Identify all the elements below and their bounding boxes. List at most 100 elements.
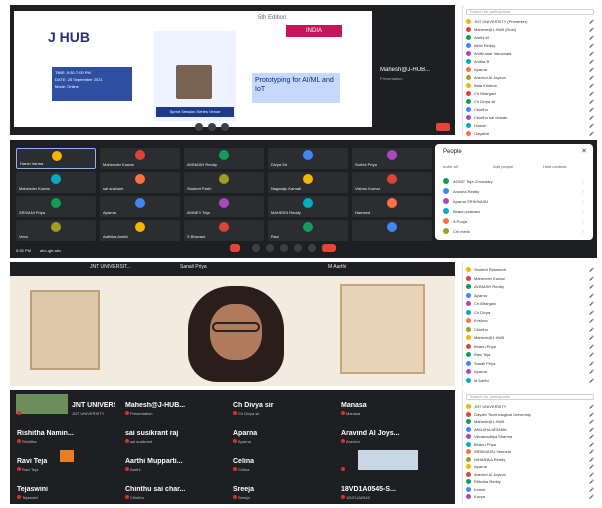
participant-search-input[interactable]: Search for participants bbox=[466, 394, 594, 400]
video-tile[interactable]: Rishitha Namin... Rishitha bbox=[14, 420, 118, 445]
mic-muted-icon[interactable]: 🎤 bbox=[580, 344, 594, 349]
video-tile[interactable]: SRIVANI Priya bbox=[16, 196, 96, 217]
video-tile[interactable]: sai susikrant raj sai susikrant bbox=[122, 420, 226, 445]
mic-muted-icon[interactable]: 🎤 bbox=[580, 419, 594, 424]
video-tile[interactable]: Chinthu sai char... Chinthu bbox=[122, 476, 226, 501]
people-row[interactable]: AGNIT Teja Chowdary ⋮ bbox=[443, 176, 585, 186]
participant-row[interactable]: Ch Bhargavi 🎤 bbox=[466, 90, 594, 97]
video-tile[interactable]: Manasa Manasa bbox=[338, 392, 442, 417]
participant-row[interactable]: Student Research 🎤 bbox=[466, 266, 594, 273]
mic-muted-icon[interactable]: 🎤 bbox=[580, 284, 594, 289]
camera-button[interactable] bbox=[208, 123, 216, 131]
participant-row[interactable]: Akhil Reddy 🎤 bbox=[466, 42, 594, 49]
participant-row[interactable]: Aravind Al Joyson 🎤 bbox=[466, 74, 594, 81]
mic-button[interactable] bbox=[252, 244, 260, 252]
mic-muted-icon[interactable]: 🎤 bbox=[580, 59, 594, 64]
mic-muted-icon[interactable]: 🎤 bbox=[580, 19, 594, 24]
participant-row[interactable]: Vikramaditya Sharma 🎤 bbox=[466, 433, 594, 440]
mic-muted-icon[interactable]: 🎤 bbox=[580, 27, 594, 32]
video-tile[interactable]: Vishnu Kumar bbox=[352, 172, 432, 193]
close-icon[interactable]: ✕ bbox=[581, 147, 587, 155]
video-tile[interactable]: Mahender Kumar bbox=[16, 172, 96, 193]
mic-muted-icon[interactable]: 🎤 bbox=[580, 494, 594, 499]
mic-muted-icon[interactable]: 🎤 bbox=[580, 276, 594, 281]
video-tile[interactable] bbox=[352, 220, 432, 241]
mic-muted-icon[interactable]: 🎤 bbox=[580, 131, 594, 136]
video-tile[interactable]: Mahesh@J-HUB... Presentation bbox=[122, 392, 226, 417]
participant-row[interactable]: AnilKumar Vanamala 🎤 bbox=[466, 50, 594, 57]
mic-muted-icon[interactable]: 🎤 bbox=[580, 442, 594, 447]
more-options-button[interactable] bbox=[308, 244, 316, 252]
participant-row[interactable]: JNT UNIVERSITY (Presenter) 🎤 bbox=[466, 18, 594, 25]
video-tile[interactable]: Aparna Aparna bbox=[230, 420, 334, 445]
more-icon[interactable]: ⋮ bbox=[581, 199, 585, 204]
people-row[interactable]: A Pooja ⋮ bbox=[443, 216, 585, 226]
mic-muted-icon[interactable]: 🎤 bbox=[580, 412, 594, 417]
video-tile[interactable]: JNT UNIVERSIT... JNT UNIVERSITY bbox=[14, 392, 118, 417]
video-tile[interactable]: Venu bbox=[16, 220, 96, 241]
present-button[interactable] bbox=[221, 123, 229, 131]
participant-row[interactable]: Chinthu sai charan 🎤 bbox=[466, 114, 594, 121]
video-tile[interactable]: Hameed bbox=[352, 196, 432, 217]
video-tile[interactable]: AVINEY Teja bbox=[184, 196, 264, 217]
people-tab-3[interactable]: Host controls bbox=[543, 164, 566, 169]
participant-row[interactable]: Aravind Al Joyson 🎤 bbox=[466, 471, 594, 478]
participant-row[interactable]: Dinesh 🎤 bbox=[466, 122, 594, 129]
more-icon[interactable]: ⋮ bbox=[581, 179, 585, 184]
video-tile[interactable]: Divya Sri bbox=[268, 148, 348, 169]
participant-row[interactable]: Chinthu 🎤 bbox=[466, 106, 594, 113]
participant-row[interactable]: Aparna 🎤 bbox=[466, 368, 594, 375]
mic-muted-icon[interactable]: 🎤 bbox=[580, 318, 594, 323]
participant-row[interactable]: SRINIVASU Vennela 🎤 bbox=[466, 448, 594, 455]
mic-muted-icon[interactable]: 🎤 bbox=[580, 99, 594, 104]
mic-muted-icon[interactable]: 🎤 bbox=[580, 35, 594, 40]
more-icon[interactable]: ⋮ bbox=[581, 189, 585, 194]
participant-row[interactable]: JNT UNIVERSITY 🎤 bbox=[466, 403, 594, 410]
participant-row[interactable]: NIHARIKA Reddy 🎤 bbox=[466, 456, 594, 463]
video-tile[interactable]: Mahender Kumar bbox=[100, 148, 180, 169]
people-row[interactable]: Chi mehk ⋮ bbox=[443, 226, 585, 236]
leave-call-button[interactable] bbox=[436, 123, 450, 131]
participant-row[interactable]: Anitha B 🎤 bbox=[466, 58, 594, 65]
people-row[interactable]: Bhanu prakash ⋮ bbox=[443, 206, 585, 216]
video-tile[interactable]: 18VD1A0545-S... 18VD1A0545 bbox=[338, 476, 442, 501]
captions-button[interactable] bbox=[280, 244, 288, 252]
participant-row[interactable]: Ch Bhargavi 🎤 bbox=[466, 300, 594, 307]
video-tile[interactable]: sai sushant bbox=[100, 172, 180, 193]
participant-row[interactable]: Chinthu 🎤 bbox=[466, 326, 594, 333]
video-tile[interactable]: Ch Divya sir Ch Divya sir bbox=[230, 392, 334, 417]
participant-row[interactable]: Krishna 🎤 bbox=[466, 317, 594, 324]
mic-muted-icon[interactable]: 🎤 bbox=[580, 83, 594, 88]
present-button[interactable] bbox=[294, 244, 302, 252]
participant-row[interactable]: Kavya 🎤 bbox=[466, 493, 594, 500]
mic-muted-icon[interactable]: 🎤 bbox=[580, 267, 594, 272]
video-tile[interactable]: AVINASH Reddy bbox=[184, 148, 264, 169]
mic-muted-icon[interactable]: 🎤 bbox=[580, 107, 594, 112]
mic-muted-icon[interactable]: 🎤 bbox=[580, 51, 594, 56]
participant-row[interactable]: AVINASH Reddy 🎤 bbox=[466, 283, 594, 290]
mic-muted-icon[interactable]: 🎤 bbox=[580, 335, 594, 340]
video-tile[interactable]: Ravi Teja Ravi Teja bbox=[14, 448, 118, 473]
video-tile[interactable]: Tejaswini Tejaswini bbox=[14, 476, 118, 501]
participant-row[interactable]: Aparna 🎤 bbox=[466, 463, 594, 470]
mic-muted-icon[interactable]: 🎤 bbox=[580, 434, 594, 439]
mic-muted-icon[interactable]: 🎤 bbox=[580, 75, 594, 80]
participant-row[interactable]: Aparna 🎤 bbox=[466, 292, 594, 299]
mic-muted-icon[interactable]: 🎤 bbox=[580, 472, 594, 477]
video-tile[interactable]: Aparna bbox=[100, 196, 180, 217]
people-row[interactable]: Aparna SRINIVASU ⋮ bbox=[443, 196, 585, 206]
more-icon[interactable]: ⋮ bbox=[581, 229, 585, 234]
participant-row[interactable]: Gayatri Technological University 🎤 bbox=[466, 411, 594, 418]
video-tile[interactable]: Aarthi Mupparti... Aarthi bbox=[122, 448, 226, 473]
mic-muted-icon[interactable]: 🎤 bbox=[580, 479, 594, 484]
participant-row[interactable]: Mahesh@J-HUB (Host) 🎤 bbox=[466, 26, 594, 33]
mic-muted-icon[interactable]: 🎤 bbox=[580, 115, 594, 120]
participant-row[interactable]: Mahesh@J-HUB 🎤 bbox=[466, 418, 594, 425]
mic-muted-icon[interactable]: 🎤 bbox=[580, 293, 594, 298]
video-tile[interactable]: Celina Celina bbox=[230, 448, 334, 473]
video-tile[interactable]: Aathika Arathi bbox=[100, 220, 180, 241]
people-tab-2[interactable]: Add people bbox=[493, 164, 513, 169]
video-tile[interactable]: Ravi bbox=[268, 220, 348, 241]
video-tile[interactable]: Sreeja Sreeja bbox=[230, 476, 334, 501]
end-call-button[interactable] bbox=[322, 244, 336, 252]
